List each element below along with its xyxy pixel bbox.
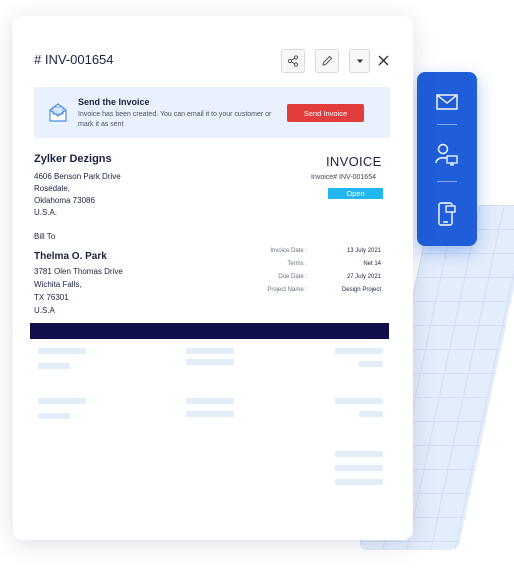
close-button[interactable] (375, 52, 391, 68)
document-title: INVOICE (326, 154, 382, 169)
company-address-line: Oklahoma 73086 (34, 196, 95, 205)
side-divider (437, 181, 457, 182)
terms-value: Net 14 (363, 261, 381, 267)
placeholder-total (335, 479, 383, 485)
project-name-label: Project Name : (267, 287, 307, 293)
envelope-icon (48, 101, 68, 123)
client-address-line: U.S.A (34, 306, 55, 315)
terms-label: Terms : (287, 261, 307, 267)
invoice-date-label: Invoice Date : (270, 248, 307, 254)
side-mobile-button[interactable] (431, 198, 463, 230)
caret-down-icon (356, 59, 363, 63)
items-table-header (30, 323, 389, 339)
mobile-icon (438, 202, 456, 226)
company-address-line: 4606 Benson Park Drive (34, 172, 121, 181)
placeholder-line (359, 361, 383, 367)
placeholder-line (335, 398, 383, 404)
placeholder-line (335, 348, 383, 354)
side-customer-portal-button[interactable] (431, 140, 463, 172)
placeholder-line (38, 398, 86, 404)
company-address-line: U.S.A. (34, 208, 58, 217)
invoice-number-heading: # INV-001654 (34, 52, 114, 67)
due-date-value: 27 July 2021 (346, 274, 381, 280)
client-address-line: Wichita Falls, (34, 280, 82, 289)
pencil-icon (322, 55, 333, 66)
placeholder-total (335, 451, 383, 457)
placeholder-line (186, 359, 234, 365)
placeholder-total (335, 465, 383, 471)
send-invoice-banner: Send the Invoice Invoice has been create… (34, 87, 390, 138)
placeholder-line (38, 348, 86, 354)
side-divider (437, 124, 457, 125)
placeholder-line (186, 411, 234, 417)
banner-message: Invoice has been created. You can email … (78, 111, 272, 128)
company-address-line: Rosedale, (34, 184, 71, 193)
side-action-panel (417, 72, 477, 246)
due-date-label: Due Date : (278, 274, 307, 280)
placeholder-line (359, 411, 383, 417)
company-name: Zylker Dezigns (34, 153, 112, 165)
side-email-button[interactable] (431, 86, 463, 118)
client-name: Thelma O. Park (34, 251, 107, 262)
banner-title: Send the Invoice (78, 97, 150, 107)
invoice-date-value: 13 July 2021 (346, 248, 381, 254)
user-device-icon (435, 143, 458, 166)
invoice-card: # INV-001654 Send the Invoice Invoice ha… (13, 16, 413, 540)
client-address-line: 3781 Olen Thomas Drive (34, 267, 123, 276)
client-address-line: TX 76301 (34, 293, 69, 302)
placeholder-line (38, 363, 70, 369)
mail-icon (436, 94, 458, 110)
edit-button[interactable] (315, 49, 339, 73)
share-button[interactable] (281, 49, 305, 73)
project-name-value: Design Project (341, 287, 381, 293)
status-badge: Open (328, 188, 383, 199)
placeholder-line (186, 348, 234, 354)
placeholder-line (186, 398, 234, 404)
close-icon (378, 55, 388, 65)
more-options-dropdown[interactable] (349, 49, 370, 73)
send-invoice-button[interactable]: Send Invoice (287, 104, 364, 122)
invoice-number-line: Invoice# INV-001654 (311, 174, 376, 181)
bill-to-label: Bill To (34, 232, 56, 241)
share-icon (287, 55, 299, 67)
placeholder-line (38, 413, 70, 419)
